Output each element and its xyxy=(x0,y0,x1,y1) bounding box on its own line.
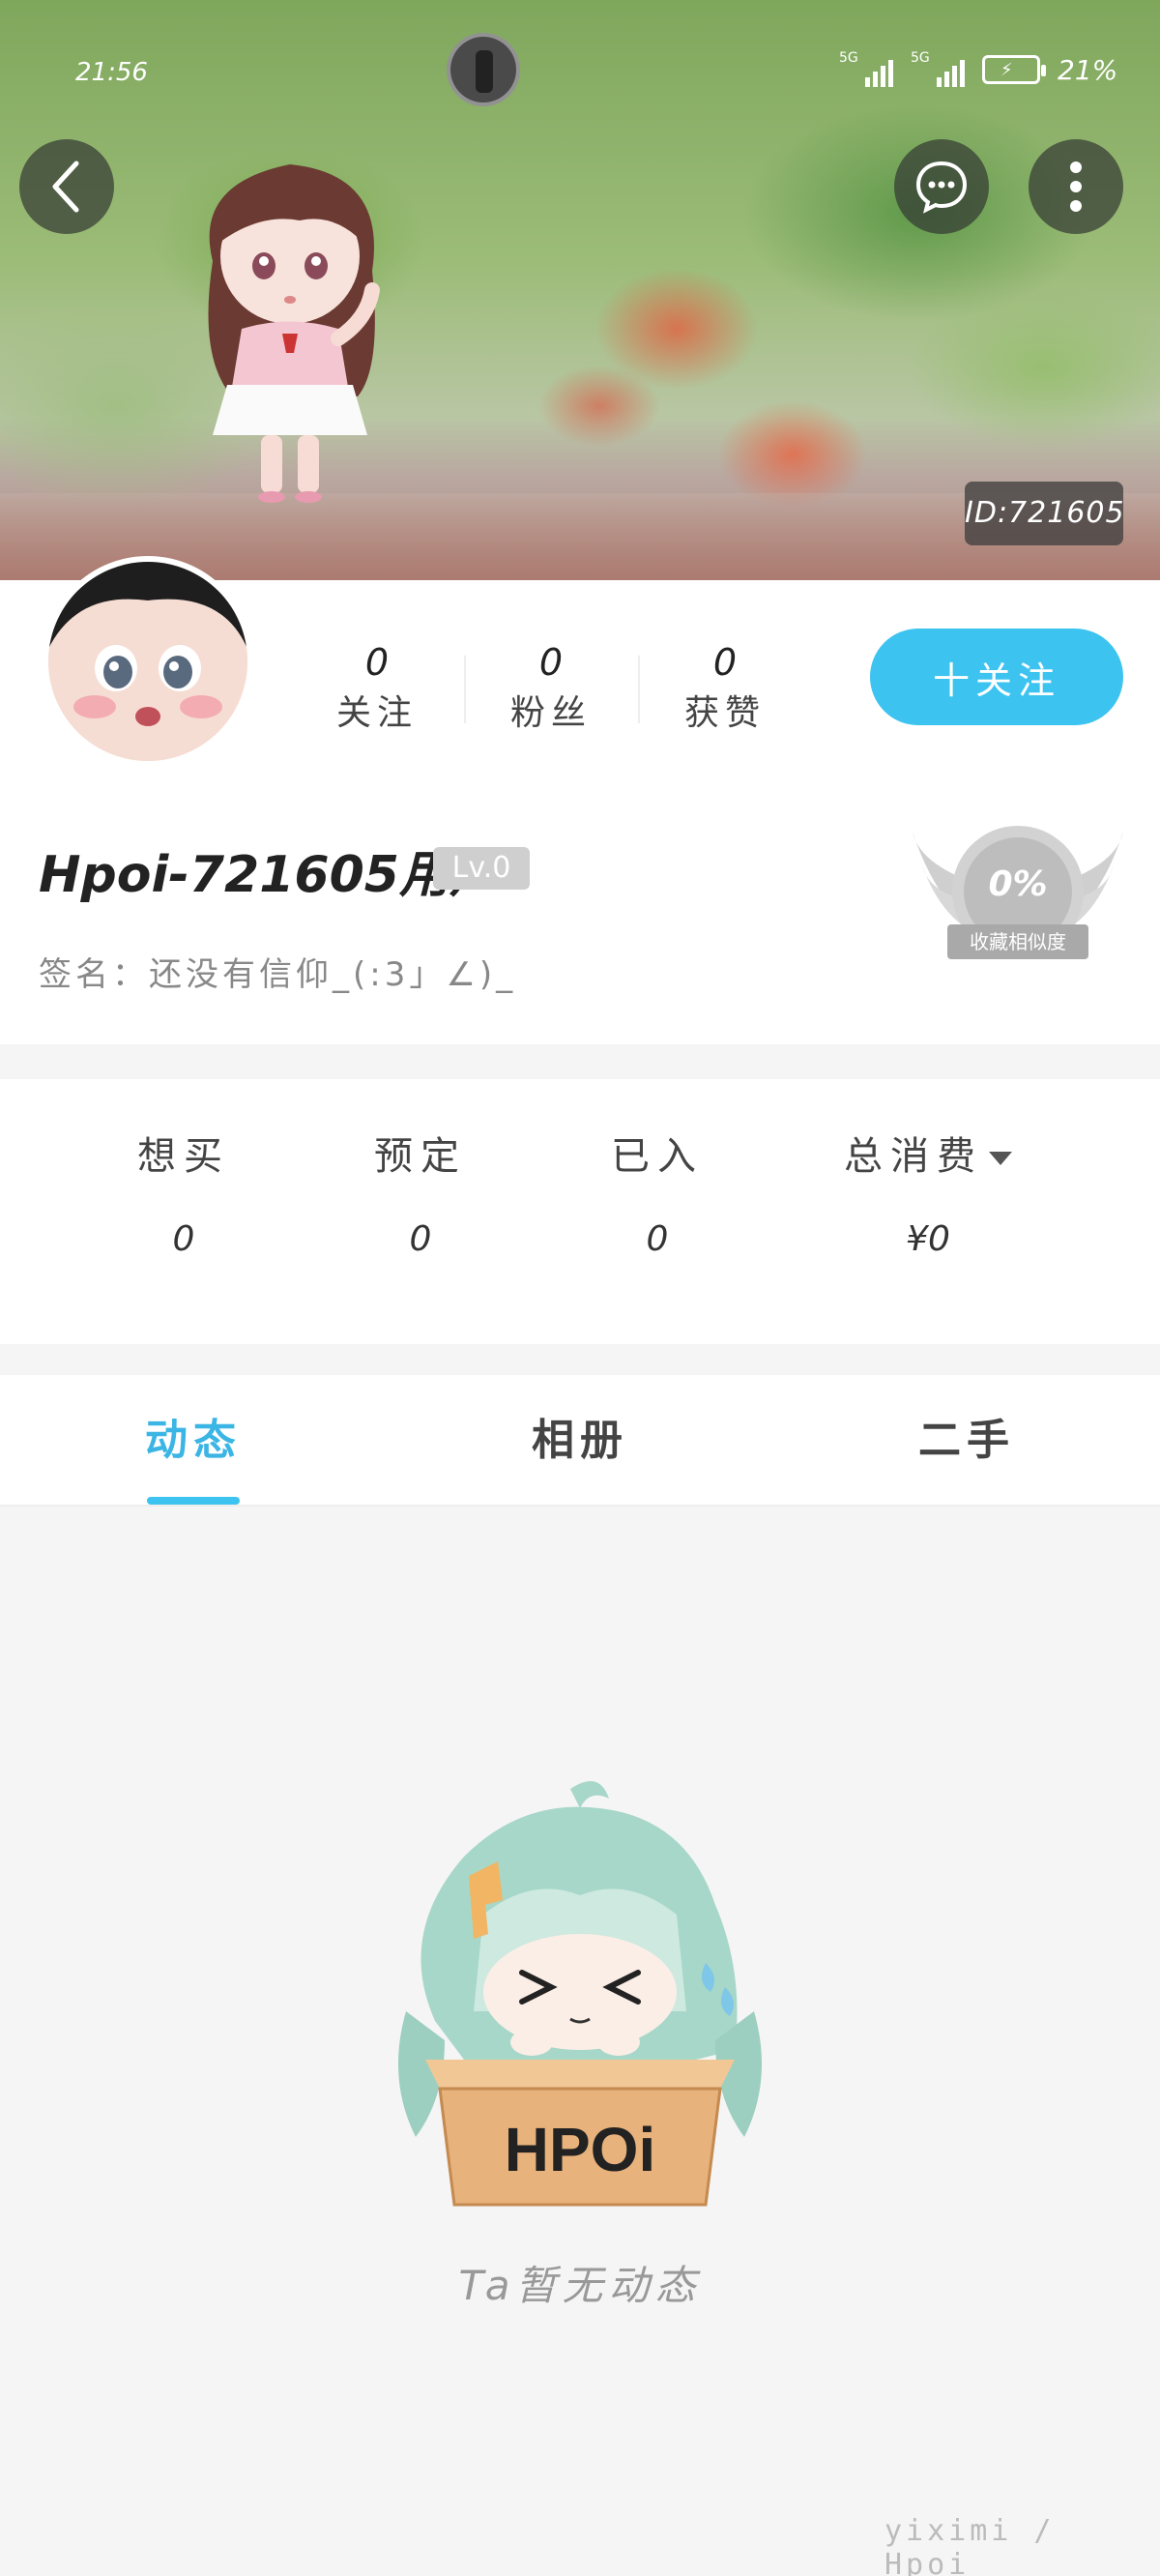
battery-icon: ⚡ xyxy=(982,55,1046,84)
stat-label: 粉丝 xyxy=(509,693,592,733)
similarity-badge: 0% 收藏相似度 xyxy=(909,822,1127,977)
anime-figure-image xyxy=(208,164,380,503)
collection-value: 0 xyxy=(646,1219,669,1259)
stat-followers[interactable]: 0 粉丝 xyxy=(464,638,638,754)
status-indicators: 5G 5G ⚡ 21% xyxy=(839,50,1117,89)
more-options-button[interactable] xyxy=(1029,139,1123,234)
tab-second-hand[interactable]: 二手 xyxy=(773,1375,1160,1505)
user-id-badge: ID:721605 xyxy=(965,482,1124,545)
tab-activity[interactable]: 动态 xyxy=(0,1375,387,1505)
stat-value: 0 xyxy=(364,641,390,684)
profile-tabs: 动态 相册 二手 xyxy=(0,1375,1160,1507)
collection-label-wrap: 总消费 xyxy=(773,1127,1083,1186)
collection-label: 预定 xyxy=(374,1134,467,1179)
empty-state-text: Ta暂无动态 xyxy=(458,2262,702,2309)
back-button[interactable] xyxy=(19,139,114,234)
stat-label: 获赞 xyxy=(683,693,766,733)
message-button[interactable] xyxy=(894,139,989,234)
user-profile-screen: { "status_bar": { "time": "21:56", "netw… xyxy=(0,0,1160,2576)
collection-label: 总消费 xyxy=(844,1134,983,1179)
battery-percent: 21% xyxy=(1058,53,1118,86)
signature: 签名：还没有信仰_(:3」∠)_ xyxy=(39,955,517,994)
tab-album[interactable]: 相册 xyxy=(387,1375,773,1505)
collection-value: ¥0 xyxy=(906,1219,950,1259)
collection-stats: 想买 0 预定 0 已入 0 总消费 ¥0 xyxy=(0,1079,1160,1344)
avatar-image xyxy=(48,562,247,761)
signal-icon: 5G xyxy=(911,50,965,87)
empty-state: HPOi Ta暂无动态 yiximi / Hpoi xyxy=(0,1508,1160,2576)
chevron-left-icon xyxy=(52,161,79,213)
stat-value: 0 xyxy=(712,641,738,684)
avatar[interactable] xyxy=(43,556,253,767)
collection-value: 0 xyxy=(409,1219,432,1259)
camera-cutout-icon xyxy=(447,33,520,106)
caret-down-icon xyxy=(989,1152,1012,1165)
stat-label: 关注 xyxy=(335,693,418,733)
collection-owned[interactable]: 已入 0 xyxy=(541,1079,773,1344)
social-stats: 0 关注 0 粉丝 0 获赞 xyxy=(290,638,812,754)
level-badge: Lv.0 xyxy=(433,847,530,890)
stat-likes[interactable]: 0 获赞 xyxy=(638,638,812,754)
watermark: yiximi / Hpoi xyxy=(884,2514,1056,2576)
profile-card: 0 关注 0 粉丝 0 获赞 十关注 Hpoi-721605用户 Lv.0 签名… xyxy=(0,556,1160,1044)
chat-bubble-icon xyxy=(915,161,968,214)
status-bar: 21:56 5G 5G ⚡ 21% xyxy=(0,0,1160,145)
stat-value: 0 xyxy=(538,641,564,684)
collection-total-spent[interactable]: 总消费 ¥0 xyxy=(773,1079,1083,1344)
collection-label: 想买 xyxy=(137,1134,230,1179)
collection-preorder[interactable]: 预定 0 xyxy=(300,1079,541,1344)
more-vertical-icon xyxy=(1070,161,1082,212)
similarity-label: 收藏相似度 xyxy=(947,924,1088,959)
username: Hpoi-721605用户 xyxy=(39,846,500,904)
status-time: 21:56 xyxy=(75,58,148,87)
similarity-percent: 0% xyxy=(988,864,1048,904)
hpoi-mascot-image: HPOi xyxy=(398,1781,762,2207)
collection-value: 0 xyxy=(172,1219,195,1259)
collection-want[interactable]: 想买 0 xyxy=(68,1079,300,1344)
follow-button[interactable]: 十关注 xyxy=(870,629,1123,725)
mascot-box-label: HPOi xyxy=(505,2115,655,2184)
stat-following[interactable]: 0 关注 xyxy=(290,638,464,754)
collection-label: 已入 xyxy=(611,1134,704,1179)
signal-icon: 5G xyxy=(839,50,893,87)
